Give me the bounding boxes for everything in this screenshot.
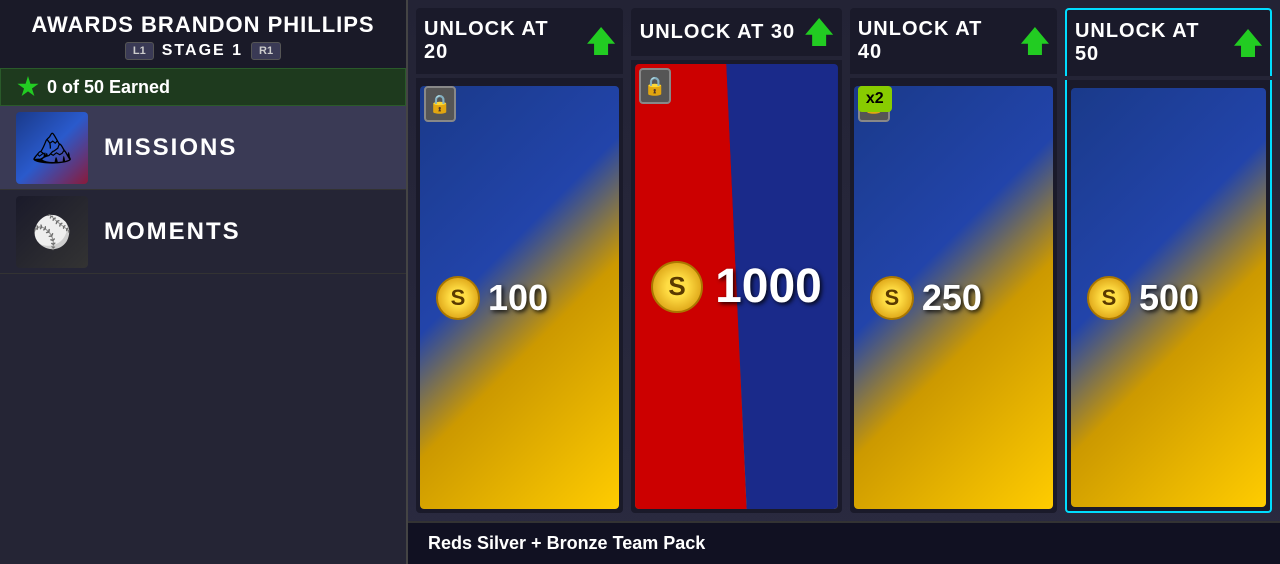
stubs-icon-1000: S	[651, 261, 703, 313]
unlock-label-30: UNLOCK AT 30	[640, 21, 795, 44]
stubs-icon-100: S	[436, 276, 480, 320]
rewards-grid: UNLOCK AT 20 C 4 LIVE SERIES PLAYERS MLB…	[408, 0, 1280, 521]
unlock-header-50: UNLOCK AT 50	[1065, 8, 1272, 76]
stubs-amount-500: 500	[1139, 277, 1199, 319]
stubs-card-500: S 500	[1071, 88, 1266, 507]
sidebar-item-missions[interactable]: MISSIONS	[0, 106, 406, 190]
unlock-arrow-40	[1021, 27, 1049, 55]
missions-icon-bg	[16, 112, 88, 184]
stubs-amount-1000: 1000	[715, 259, 822, 314]
left-panel: AWARDS BRANDON PHILLIPS L1 STAGE 1 R1 0 …	[0, 0, 408, 564]
sidebar-item-moments[interactable]: MOMENTS	[0, 190, 406, 274]
status-text: Reds Silver + Bronze Team Pack	[428, 533, 705, 553]
stubs-card-250: S 250	[854, 86, 1053, 509]
lock-icon-30	[639, 68, 671, 104]
unlock-arrow-30	[805, 18, 833, 46]
reward-col-2: UNLOCK AT 30 S 1000	[631, 8, 842, 513]
reward-col-4: UNLOCK AT 50 NO SELL 93	[1065, 8, 1272, 513]
unlock-header-20: UNLOCK AT 20	[416, 8, 623, 74]
stage-row: L1 STAGE 1 R1	[16, 42, 390, 60]
r1-button[interactable]: R1	[251, 42, 281, 60]
x2-badge: x2	[858, 86, 892, 112]
unlock-arrow-20	[587, 27, 615, 55]
reward-cards-30[interactable]: S 1000	[631, 60, 842, 513]
stubs-amount-250: 250	[922, 277, 982, 319]
status-bar: Reds Silver + Bronze Team Pack	[408, 521, 1280, 564]
main-container: AWARDS BRANDON PHILLIPS L1 STAGE 1 R1 0 …	[0, 0, 1280, 564]
unlock-header-40: UNLOCK AT 40	[850, 8, 1057, 74]
stubs-icon-500: S	[1087, 276, 1131, 320]
moments-icon	[16, 196, 88, 268]
stage-label: STAGE 1	[162, 42, 243, 60]
title-section: AWARDS BRANDON PHILLIPS L1 STAGE 1 R1	[0, 0, 406, 68]
reward-cards-40[interactable]: x2 C 4 LIVE SERIES PLAYERS MLB THE SHOW …	[850, 78, 1057, 513]
moments-icon-bg	[16, 196, 88, 268]
reward-cards-50[interactable]: NO SELL 93 2011 GOLD GLOVE 🧍	[1065, 80, 1272, 513]
awards-title: AWARDS BRANDON PHILLIPS	[16, 12, 390, 38]
stubs-amount-100: 100	[488, 277, 548, 319]
l1-button[interactable]: L1	[125, 42, 154, 60]
star-icon	[17, 76, 39, 98]
stubs-1000-card: S 1000	[635, 64, 838, 509]
stubs-card-100: S 100	[420, 86, 619, 509]
unlock-label-50: UNLOCK AT 50	[1075, 20, 1224, 66]
moments-label: MOMENTS	[104, 218, 241, 246]
reward-cards-20[interactable]: C 4 LIVE SERIES PLAYERS MLB THE SHOW 20 …	[416, 78, 623, 513]
reward-col-3: UNLOCK AT 40 x2 C 4 LIVE SERIES PLAYERS …	[850, 8, 1057, 513]
right-panel: UNLOCK AT 20 C 4 LIVE SERIES PLAYERS MLB…	[408, 0, 1280, 564]
earned-text: 0 of 50 Earned	[47, 77, 170, 98]
unlock-label-20: UNLOCK AT 20	[424, 18, 577, 64]
unlock-header-30: UNLOCK AT 30	[631, 8, 842, 56]
missions-icon	[16, 112, 88, 184]
earned-bar: 0 of 50 Earned	[0, 68, 406, 106]
unlock-arrow-50	[1234, 29, 1262, 57]
menu-items: MISSIONS MOMENTS	[0, 106, 406, 564]
lock-icon-20	[424, 86, 456, 122]
stubs-icon-250: S	[870, 276, 914, 320]
missions-label: MISSIONS	[104, 134, 237, 162]
unlock-label-40: UNLOCK AT 40	[858, 18, 1011, 64]
reward-col-1: UNLOCK AT 20 C 4 LIVE SERIES PLAYERS MLB…	[416, 8, 623, 513]
